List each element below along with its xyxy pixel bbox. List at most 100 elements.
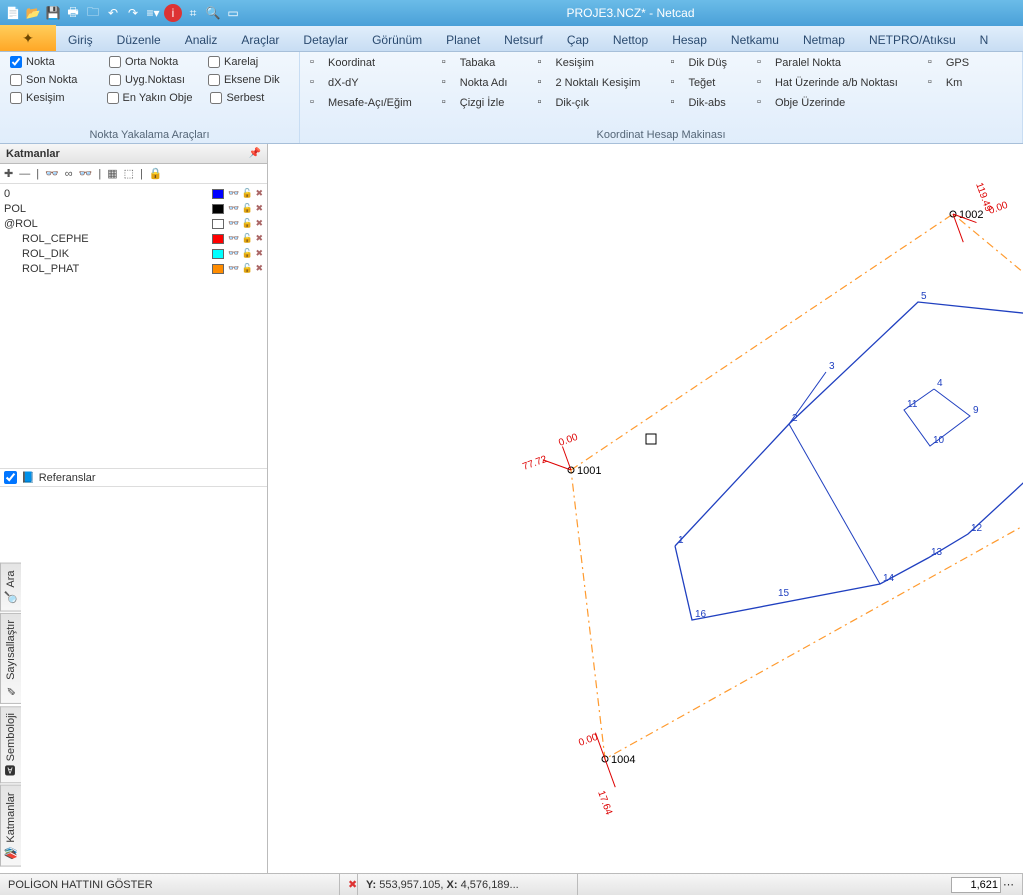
- book-icon: 📘: [21, 471, 35, 484]
- sidetab-Katmanlar[interactable]: 📚 Katmanlar: [0, 785, 21, 867]
- print-icon[interactable]: 🖶: [64, 4, 82, 22]
- cmd-2 Noktalı Kesişim[interactable]: ▫2 Noktalı Kesişim: [537, 76, 640, 90]
- layers-toolbar[interactable]: ✚ — | 👓 ∞ 👓 | ▦ ⬚ | 🔒: [0, 164, 267, 184]
- new-icon[interactable]: 📄: [4, 4, 22, 22]
- snap-Serbest[interactable]: Serbest: [210, 92, 289, 104]
- cmd-Paralel Nokta[interactable]: ▫Paralel Nokta: [757, 56, 898, 70]
- cmd-Teğet[interactable]: ▫Teğet: [670, 76, 727, 90]
- zoom-icon[interactable]: 🔍: [204, 4, 222, 22]
- cmd-Mesafe-Açı/Eğim[interactable]: ▫Mesafe-Açı/Eğim: [310, 96, 412, 110]
- snap-Nokta[interactable]: Nokta: [10, 56, 91, 68]
- pin-icon[interactable]: 📌: [249, 148, 261, 159]
- calc-group: ▫Koordinat ▫dX-dY ▫Mesafe-Açı/Eğim ▫Tabaka ▫…: [300, 52, 1023, 143]
- title-bar: 📄 📂 💾 🖶 🗀 ↶ ↷ ≡▾ i ⌗ 🔍 ▭ PROJE3.NCZ* - N…: [0, 0, 1023, 26]
- cmd-GPS[interactable]: ▫GPS: [928, 56, 969, 70]
- layer-ROL_PHAT[interactable]: ROL_PHAT👓 🔓 ✖: [4, 261, 263, 276]
- tab-planet[interactable]: Planet: [434, 29, 492, 51]
- cmd-Km[interactable]: ▫Km: [928, 76, 969, 90]
- tab-netkamu[interactable]: Netkamu: [719, 29, 791, 51]
- snap-Orta Nokta[interactable]: Orta Nokta: [109, 56, 190, 68]
- svg-text:5: 5: [921, 291, 927, 302]
- cmd-Hat Üzerinde a/b Noktası[interactable]: ▫Hat Üzerinde a/b Noktası: [757, 76, 898, 90]
- status-zoom[interactable]: ⋯: [943, 874, 1023, 895]
- drawing-canvas[interactable]: 10011002100310040.0077.72119.490.000.000…: [268, 144, 1023, 873]
- window-icon[interactable]: ▭: [224, 4, 242, 22]
- svg-text:1001: 1001: [577, 465, 601, 477]
- tab-gorunum[interactable]: Görünüm: [360, 29, 434, 51]
- svg-text:12: 12: [971, 523, 983, 534]
- sidetab-Ara[interactable]: 🔍 Ara: [0, 563, 21, 612]
- svg-text:15: 15: [778, 588, 790, 599]
- svg-text:14: 14: [883, 573, 895, 584]
- layer-ROL_CEPHE[interactable]: ROL_CEPHE👓 🔓 ✖: [4, 231, 263, 246]
- snap-Eksene Dik[interactable]: Eksene Dik: [208, 74, 289, 86]
- tool-icon[interactable]: 👓: [45, 167, 59, 180]
- svg-text:2: 2: [792, 413, 798, 424]
- ref-checkbox[interactable]: [4, 471, 17, 484]
- folder-icon[interactable]: 🗀: [84, 4, 102, 22]
- cmd-Dik-çık[interactable]: ▫Dik-çık: [537, 96, 640, 110]
- list-icon[interactable]: ≡▾: [144, 4, 162, 22]
- tab-nettop[interactable]: Nettop: [601, 29, 660, 51]
- tab-netsurf[interactable]: Netsurf: [492, 29, 555, 51]
- ref-label: Referanslar: [39, 472, 96, 484]
- quick-access: 📄 📂 💾 🖶 🗀 ↶ ↷ ≡▾ i ⌗ 🔍 ▭: [4, 4, 242, 22]
- sidetab-Sayısallaştır[interactable]: ✎ Sayısallaştır: [0, 613, 21, 704]
- tab-hesap[interactable]: Hesap: [660, 29, 719, 51]
- zoom-input[interactable]: [951, 877, 1001, 893]
- grid-icon[interactable]: ⌗: [184, 4, 202, 22]
- snap-Karelaj[interactable]: Karelaj: [208, 56, 289, 68]
- svg-text:9: 9: [973, 405, 979, 416]
- tool-icon[interactable]: ▦: [107, 167, 117, 180]
- layer-ROL_DIK[interactable]: ROL_DIK👓 🔓 ✖: [4, 246, 263, 261]
- cmd-Çizgi İzle[interactable]: ▫Çizgi İzle: [442, 96, 508, 110]
- cmd-Kesişim[interactable]: ▫Kesişim: [537, 56, 640, 70]
- tool-icon[interactable]: ⬚: [124, 167, 134, 180]
- svg-text:0.00: 0.00: [557, 432, 579, 449]
- snap-En Yakın Obje[interactable]: En Yakın Obje: [107, 92, 193, 104]
- ribbon-tabs: ✦ Giriş Düzenle Analiz Araçlar Detaylar …: [0, 26, 1023, 52]
- snap-group: Nokta Orta Nokta Karelaj Son Nokta Uyg.N…: [0, 52, 300, 143]
- redo-icon[interactable]: ↷: [124, 4, 142, 22]
- file-menu[interactable]: ✦: [0, 25, 56, 51]
- snap-Kesişim[interactable]: Kesişim: [10, 92, 89, 104]
- status-bar: POLİGON HATTINI GÖSTER ✖ Y: 553,957.105,…: [0, 873, 1023, 895]
- layer-POL[interactable]: POL👓 🔓 ✖: [4, 201, 263, 216]
- svg-text:1002: 1002: [959, 209, 983, 221]
- sidetab-Semboloji[interactable]: 🅰 Semboloji: [0, 706, 21, 783]
- tool-icon[interactable]: ∞: [65, 168, 73, 180]
- references-row[interactable]: 📘 Referanslar: [0, 468, 267, 487]
- layer-@ROL[interactable]: @ROL👓 🔓 ✖: [4, 216, 263, 231]
- add-icon[interactable]: ✚: [4, 167, 13, 180]
- cmd-Dik-abs[interactable]: ▫Dik-abs: [670, 96, 727, 110]
- snap-Uyg.Noktası[interactable]: Uyg.Noktası: [109, 74, 190, 86]
- lock-icon[interactable]: 🔒: [149, 167, 163, 180]
- cmd-Dik Düş[interactable]: ▫Dik Düş: [670, 56, 727, 70]
- cmd-Tabaka[interactable]: ▫Tabaka: [442, 56, 508, 70]
- info-icon[interactable]: i: [164, 4, 182, 22]
- tab-giris[interactable]: Giriş: [56, 29, 105, 51]
- cmd-Obje Üzerinde[interactable]: ▫Obje Üzerinde: [757, 96, 898, 110]
- remove-icon[interactable]: —: [19, 168, 30, 180]
- tab-netpro[interactable]: NETPRO/Atıksu: [857, 29, 968, 51]
- layers-panel: Katmanlar 📌 ✚ — | 👓 ∞ 👓 | ▦ ⬚ | 🔒 0👓 🔓 ✖…: [0, 144, 268, 873]
- svg-text:10: 10: [933, 435, 945, 446]
- tab-detaylar[interactable]: Detaylar: [291, 29, 360, 51]
- svg-text:3: 3: [829, 361, 835, 372]
- cmd-Koordinat[interactable]: ▫Koordinat: [310, 56, 412, 70]
- tab-analiz[interactable]: Analiz: [173, 29, 230, 51]
- tab-duzenle[interactable]: Düzenle: [105, 29, 173, 51]
- tab-araclar[interactable]: Araçlar: [229, 29, 291, 51]
- cmd-dX-dY[interactable]: ▫dX-dY: [310, 76, 412, 90]
- save-icon[interactable]: 💾: [44, 4, 62, 22]
- layer-0[interactable]: 0👓 🔓 ✖: [4, 186, 263, 201]
- undo-icon[interactable]: ↶: [104, 4, 122, 22]
- tab-netmap[interactable]: Netmap: [791, 29, 857, 51]
- cmd-Nokta Adı[interactable]: ▫Nokta Adı: [442, 76, 508, 90]
- tab-more[interactable]: N: [968, 29, 1001, 51]
- open-icon[interactable]: 📂: [24, 4, 42, 22]
- layers-title: Katmanlar: [6, 148, 60, 160]
- snap-Son Nokta[interactable]: Son Nokta: [10, 74, 91, 86]
- tool-icon[interactable]: 👓: [79, 167, 93, 180]
- tab-cap[interactable]: Çap: [555, 29, 601, 51]
